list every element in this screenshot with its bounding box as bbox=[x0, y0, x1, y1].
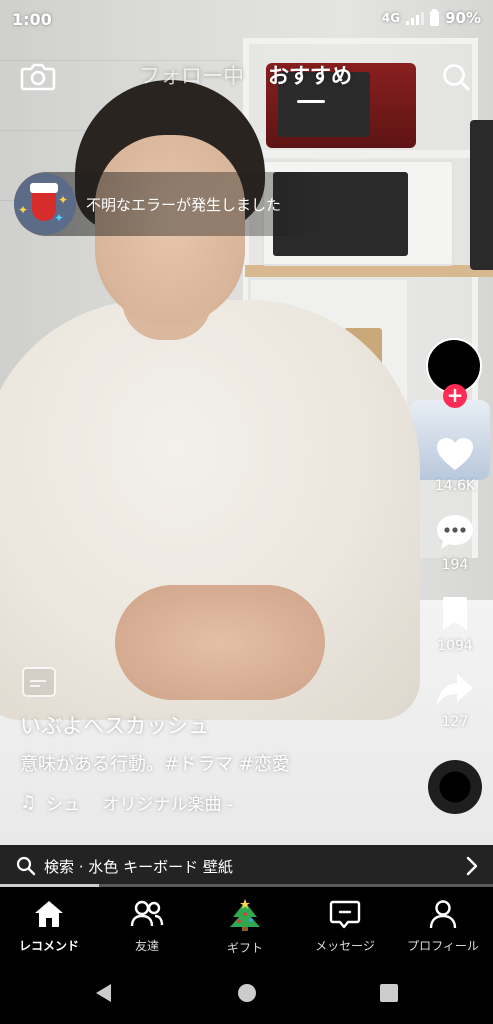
save-count: 1094 bbox=[437, 638, 473, 654]
search-icon bbox=[443, 64, 470, 91]
captions-icon[interactable] bbox=[22, 667, 56, 697]
status-icons: 4G 90% bbox=[381, 8, 481, 27]
sock-cuff bbox=[30, 183, 58, 193]
profile-icon bbox=[429, 900, 457, 929]
music-note-icon: ♫ bbox=[20, 792, 37, 813]
comment-count: 194 bbox=[441, 557, 469, 573]
christmas-tree-icon bbox=[230, 899, 260, 931]
speaker bbox=[470, 120, 493, 270]
creator-username[interactable]: いぶよへスカッシュ bbox=[20, 710, 209, 740]
bookmark-icon bbox=[443, 597, 467, 630]
status-time: 1:00 bbox=[12, 10, 52, 29]
nav-home[interactable]: レコメンド bbox=[0, 899, 98, 954]
message-icon bbox=[329, 900, 361, 929]
star-icon: ✦ bbox=[18, 203, 29, 217]
music-title: シュ オリジナル楽曲 - bbox=[46, 795, 234, 815]
star-icon: ✦ bbox=[58, 193, 69, 207]
bottom-nav: レコメンド 友達 ギフト メッセージ プロフィール bbox=[0, 887, 493, 962]
person-hands bbox=[115, 585, 325, 700]
home-icon bbox=[35, 901, 63, 927]
share-button[interactable]: 127 bbox=[424, 672, 486, 730]
status-bar: 1:00 4G 90% bbox=[0, 0, 493, 38]
home-circle-icon[interactable] bbox=[236, 982, 258, 1004]
friends-icon bbox=[130, 900, 164, 927]
star-icon: ✦ bbox=[54, 211, 65, 225]
system-nav-bar bbox=[0, 962, 493, 1024]
comment-icon bbox=[437, 515, 473, 549]
camera-icon bbox=[20, 63, 56, 91]
nav-home-label: レコメンド bbox=[18, 939, 79, 953]
like-button[interactable]: 14.6K bbox=[424, 436, 486, 494]
battery-icon bbox=[430, 8, 440, 26]
nav-messages[interactable]: メッセージ bbox=[296, 899, 394, 954]
camera-button[interactable] bbox=[20, 60, 56, 92]
search-suggestion-text: 検索 · 水色 キーボード 壁紙 bbox=[44, 857, 233, 876]
search-icon bbox=[16, 856, 36, 876]
recents-icon[interactable] bbox=[378, 982, 400, 1004]
chevron-right-icon bbox=[466, 856, 478, 876]
back-icon[interactable] bbox=[93, 982, 115, 1004]
save-button[interactable]: 1094 bbox=[424, 596, 486, 654]
music-disc[interactable] bbox=[428, 760, 482, 814]
nav-profile-label: プロフィール bbox=[407, 939, 479, 953]
toast-avatar: ✦ ✦ ✦ bbox=[14, 173, 76, 235]
nav-gift-label: ギフト bbox=[226, 941, 263, 955]
music-info[interactable]: ♫ シュ オリジナル楽曲 - bbox=[20, 790, 233, 815]
wood-counter bbox=[245, 265, 493, 277]
search-suggestion-bar[interactable]: 検索 · 水色 キーボード 壁紙 bbox=[0, 845, 493, 887]
nav-profile[interactable]: プロフィール bbox=[394, 899, 492, 954]
signal-icon bbox=[406, 11, 425, 25]
active-tab-indicator bbox=[297, 100, 325, 103]
share-count: 127 bbox=[441, 714, 469, 730]
nav-friends-label: 友達 bbox=[134, 939, 159, 953]
tab-foryou[interactable]: おすすめ bbox=[268, 60, 352, 90]
follow-button[interactable]: + bbox=[443, 384, 467, 408]
tiktok-screen: 1:00 4G 90% フォロー中 おすすめ ✦ ✦ ✦ 不明なエラーが発生しま… bbox=[0, 0, 493, 1024]
search-button[interactable] bbox=[441, 62, 471, 92]
heart-icon bbox=[437, 438, 473, 470]
nav-friends[interactable]: 友達 bbox=[98, 899, 196, 954]
share-icon bbox=[437, 674, 473, 705]
comment-button[interactable]: 194 bbox=[424, 513, 486, 573]
error-toast: ✦ ✦ ✦ 不明なエラーが発生しました bbox=[14, 172, 326, 236]
post-description[interactable]: 意味がある行動。#ドラマ #恋愛 bbox=[20, 750, 290, 776]
nav-gift[interactable]: ギフト bbox=[196, 899, 294, 956]
tab-following[interactable]: フォロー中 bbox=[139, 60, 244, 90]
shelf-board bbox=[243, 150, 478, 158]
like-count: 14.6K bbox=[434, 478, 476, 494]
battery-level: 90% bbox=[445, 9, 481, 27]
nav-messages-label: メッセージ bbox=[315, 939, 375, 953]
toast-message: 不明なエラーが発生しました bbox=[86, 195, 282, 214]
network-type: 4G bbox=[381, 11, 401, 25]
